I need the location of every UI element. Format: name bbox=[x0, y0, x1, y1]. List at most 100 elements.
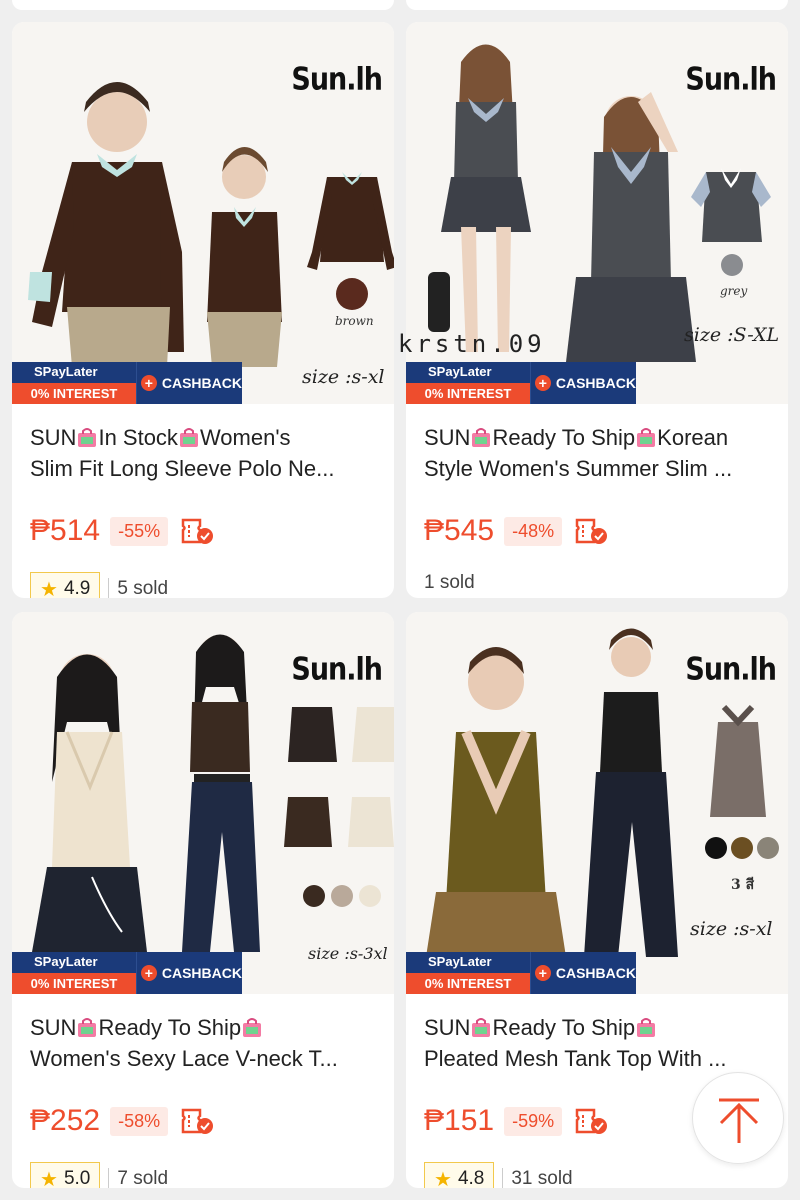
discount-badge: -48% bbox=[504, 516, 563, 546]
product-image: Sun.lh brown size :s-xl SPayLater 0% INT… bbox=[12, 22, 394, 404]
title-brand: SUN bbox=[424, 1015, 471, 1040]
voucher-check-icon bbox=[180, 1106, 214, 1136]
title-brand: SUN bbox=[424, 425, 471, 450]
shopping-bag-icon bbox=[635, 425, 657, 447]
promo-badge: SPayLater 0% INTEREST + CASHBACK bbox=[12, 362, 242, 404]
price-row: ₱252 -58% bbox=[30, 1104, 214, 1138]
voucher-check-icon bbox=[180, 516, 214, 546]
title-stock: Ready To Ship bbox=[492, 425, 636, 450]
sold-count: 31 sold bbox=[511, 1168, 573, 1188]
title-stock: In Stock bbox=[98, 425, 178, 450]
color-label: grey bbox=[720, 284, 748, 298]
rating-value: 4.9 bbox=[63, 578, 91, 598]
meta-row: ★ 4.8 31 sold bbox=[424, 1162, 573, 1188]
cashback-label: CASHBACK bbox=[161, 375, 242, 391]
spaylater-label: SPayLater bbox=[34, 364, 98, 379]
interest-label: 0% INTEREST bbox=[406, 383, 530, 404]
promo-badge: SPayLater 0% INTEREST + CASHBACK bbox=[12, 952, 242, 994]
price: ₱514 bbox=[30, 514, 101, 547]
size-label: size :s-xl bbox=[302, 366, 385, 388]
title-stock: Ready To Ship bbox=[98, 1015, 242, 1040]
price: ₱151 bbox=[424, 1104, 495, 1137]
interest-label: 0% INTEREST bbox=[12, 973, 136, 994]
rating-badge: ★ 4.9 bbox=[30, 572, 101, 599]
previous-card-right bbox=[406, 0, 788, 10]
product-title[interactable]: SUN Ready To Ship Pleated Mesh Tank Top W… bbox=[424, 1012, 772, 1074]
star-icon: ★ bbox=[40, 1168, 58, 1189]
sold-count: 7 sold bbox=[117, 1168, 169, 1188]
product-title[interactable]: SUN In Stock Women's Slim Fit Long Sleeve … bbox=[30, 422, 378, 484]
interest-label: 0% INTEREST bbox=[12, 383, 136, 404]
previous-card-left bbox=[12, 0, 394, 10]
size-label: size :s-3xl bbox=[308, 944, 388, 963]
voucher-check-icon bbox=[574, 1106, 608, 1136]
product-title[interactable]: SUN Ready To Ship Women's Sexy Lace V-nec… bbox=[30, 1012, 378, 1074]
star-icon: ★ bbox=[434, 1168, 452, 1189]
brand-logo: Sun.lh bbox=[291, 651, 383, 688]
meta-row: ★ 4.9 5 sold bbox=[30, 572, 168, 598]
shopping-bag-icon bbox=[470, 425, 492, 447]
title-text: Women's bbox=[199, 425, 291, 450]
rating-value: 4.8 bbox=[457, 1168, 485, 1188]
discount-badge: -59% bbox=[504, 1106, 563, 1136]
rating-badge: ★ 5.0 bbox=[30, 1162, 101, 1189]
shopping-bag-icon bbox=[241, 1015, 263, 1037]
star-icon: ★ bbox=[40, 578, 58, 599]
voucher-check-icon bbox=[574, 516, 608, 546]
product-card[interactable]: Sun.lh grey size :S-XL SPayLater 0% INTE… bbox=[406, 22, 788, 598]
back-to-top-button[interactable] bbox=[692, 1072, 784, 1164]
title-stock: Ready To Ship bbox=[492, 1015, 636, 1040]
title-line2: Slim Fit Long Sleeve Polo Ne... bbox=[30, 456, 335, 481]
price: ₱252 bbox=[30, 1104, 101, 1137]
rating-value: 5.0 bbox=[63, 1168, 91, 1188]
spaylater-label: SPayLater bbox=[428, 954, 492, 969]
shopping-bag-icon bbox=[470, 1015, 492, 1037]
meta-row: 1 sold bbox=[424, 572, 475, 594]
brand-logo: Sun.lh bbox=[685, 651, 777, 688]
sold-count: 1 sold bbox=[424, 572, 475, 593]
divider bbox=[108, 1168, 110, 1188]
arrow-up-icon bbox=[719, 1098, 759, 1143]
title-text: Korean bbox=[657, 425, 729, 450]
product-image: Sun.lh size :s-3xl SPayLater 0% INTEREST… bbox=[12, 612, 394, 994]
size-label: size :s-xl bbox=[690, 918, 773, 940]
promo-badge: SPayLater 0% INTEREST + CASHBACK bbox=[406, 952, 636, 994]
title-line2: Women's Sexy Lace V-neck T... bbox=[30, 1046, 338, 1071]
price-row: ₱545 -48% bbox=[424, 514, 608, 548]
cashback-label: CASHBACK bbox=[161, 965, 242, 981]
divider bbox=[108, 578, 110, 598]
shopping-bag-icon bbox=[178, 425, 200, 447]
promo-badge: SPayLater 0% INTEREST + CASHBACK bbox=[406, 362, 636, 404]
price-row: ₱514 -55% bbox=[30, 514, 214, 548]
plus-icon: + bbox=[534, 965, 551, 981]
product-image: Sun.lh 3 สี size :s-xl SPayLater 0% INTE… bbox=[406, 612, 788, 994]
meta-row: ★ 5.0 7 sold bbox=[30, 1162, 168, 1188]
shopping-bag-icon bbox=[76, 1015, 98, 1037]
spaylater-label: SPayLater bbox=[428, 364, 492, 379]
divider bbox=[502, 1168, 504, 1188]
discount-badge: -55% bbox=[110, 516, 169, 546]
sold-count: 5 sold bbox=[117, 578, 169, 598]
title-line2: Style Women's Summer Slim ... bbox=[424, 456, 733, 481]
title-line2: Pleated Mesh Tank Top With ... bbox=[424, 1046, 727, 1071]
plus-icon: + bbox=[534, 375, 551, 391]
product-card[interactable]: Sun.lh size :s-3xl SPayLater 0% INTEREST… bbox=[12, 612, 394, 1188]
shopping-bag-icon bbox=[635, 1015, 657, 1037]
price-row: ₱151 -59% bbox=[424, 1104, 608, 1138]
title-brand: SUN bbox=[30, 1015, 77, 1040]
color-count-label: 3 สี bbox=[731, 877, 755, 893]
rating-badge: ★ 4.8 bbox=[424, 1162, 495, 1189]
size-label: size :S-XL bbox=[684, 324, 780, 346]
spaylater-label: SPayLater bbox=[34, 954, 98, 969]
product-title[interactable]: SUN Ready To Ship Korean Style Women's Sum… bbox=[424, 422, 772, 484]
plus-icon: + bbox=[140, 965, 157, 981]
shopping-bag-icon bbox=[76, 425, 98, 447]
plus-icon: + bbox=[140, 375, 157, 391]
cashback-label: CASHBACK bbox=[555, 965, 636, 981]
brand-logo: Sun.lh bbox=[291, 61, 383, 98]
color-label: brown bbox=[335, 314, 374, 328]
product-card[interactable]: Sun.lh brown size :s-xl SPayLater 0% INT… bbox=[12, 22, 394, 598]
cashback-label: CASHBACK bbox=[555, 375, 636, 391]
watermark: krstn.09 bbox=[398, 330, 546, 358]
brand-logo: Sun.lh bbox=[685, 61, 777, 98]
